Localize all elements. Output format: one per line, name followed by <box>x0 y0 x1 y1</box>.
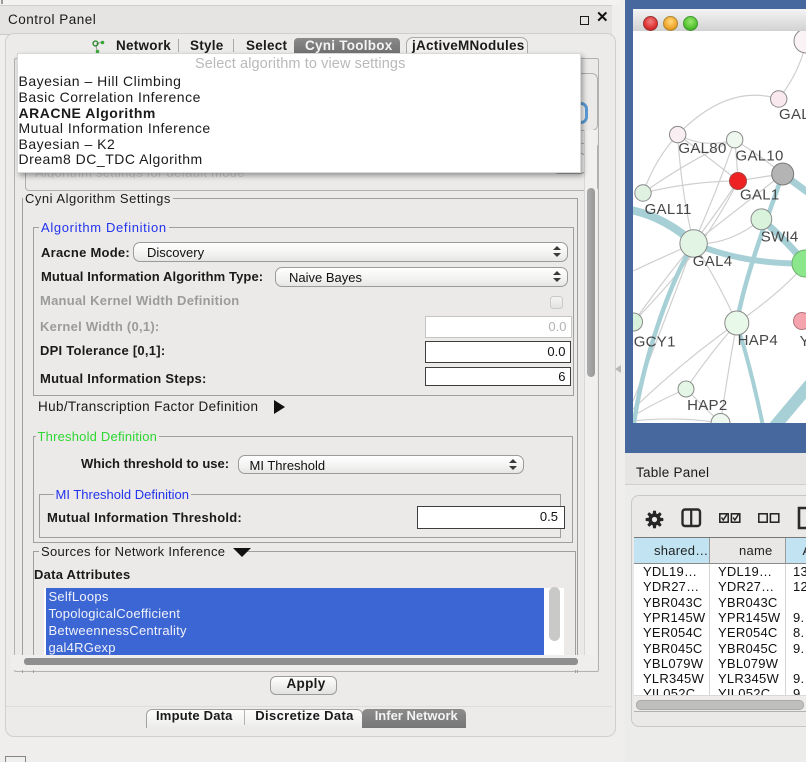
svg-text:HAP2: HAP2 <box>687 397 727 414</box>
svg-text:GAL1: GAL1 <box>740 187 780 204</box>
svg-text:SWI4: SWI4 <box>761 229 799 246</box>
svg-text:GAL80: GAL80 <box>678 140 726 157</box>
svg-text:GAL10: GAL10 <box>736 148 784 165</box>
svg-text:GAL4: GAL4 <box>693 253 733 270</box>
svg-text:GAL11: GAL11 <box>645 201 692 218</box>
svg-text:GAL2: GAL2 <box>779 106 806 123</box>
svg-text:GCY1: GCY1 <box>634 334 676 351</box>
svg-text:HAP4: HAP4 <box>738 332 778 349</box>
svg-text:YJL: YJL <box>800 333 806 350</box>
